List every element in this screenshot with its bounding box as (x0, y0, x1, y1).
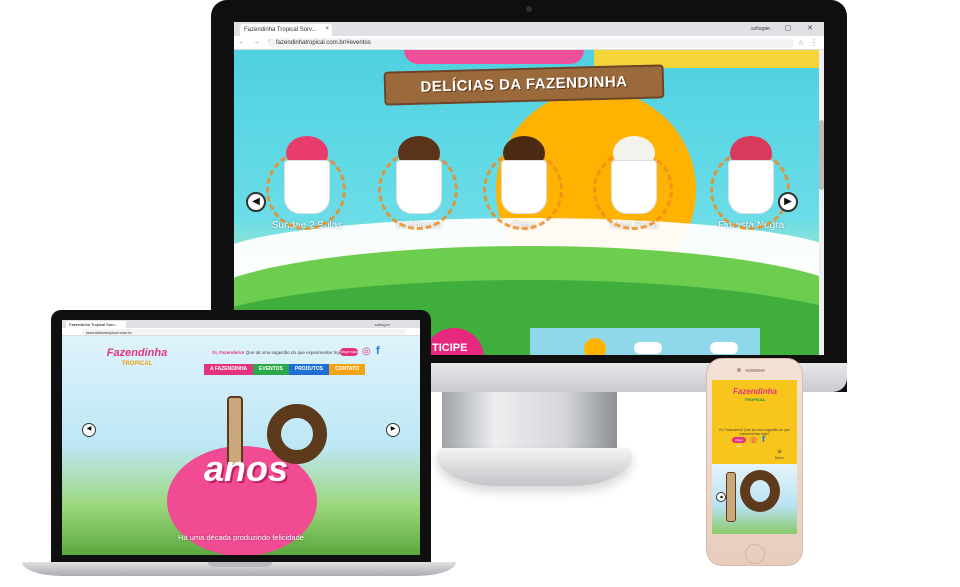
address-bar[interactable]: fazendinhatropical.com.br (82, 329, 406, 335)
browser-tab-title[interactable]: Fazendinha Tropical Sorv... (66, 321, 126, 328)
address-bar-url: fazendinhatropical.com.br/#eventos (276, 40, 371, 46)
slider-prev-button[interactable]: ◀ (82, 423, 96, 437)
product-image (593, 120, 673, 230)
browser-tab-strip: Fazendinha Tropical Sorv... × saftagon –… (234, 22, 824, 36)
scrollbar-thumb[interactable] (819, 120, 824, 190)
cup-icon (728, 160, 774, 214)
product-card[interactable]: Copo (479, 120, 569, 231)
slider-next-button[interactable]: ▶ (386, 423, 400, 437)
site-logo[interactable]: Fazendinha TROPICAL (102, 348, 172, 384)
carousel-next-button[interactable]: ▶ (778, 192, 798, 212)
logo-text: Fazendinha (732, 387, 777, 396)
logo-subtext: TROPICAL (121, 361, 153, 367)
browser-tab-strip: Fazendinha Tropical Sorv... saftagon (62, 320, 420, 328)
laptop-site: Fazendinha TROPICAL Oi, Fazendeiro! Que … (62, 336, 420, 555)
nav-item-eventos[interactable]: EVENTOS (253, 364, 289, 375)
product-card[interactable]: Sundae 2 Bolas (262, 120, 352, 231)
cup-icon (284, 160, 330, 214)
close-tab-icon[interactable]: × (325, 26, 329, 32)
webcam-icon (526, 6, 532, 12)
cup-icon (611, 160, 657, 214)
bookmark-star-icon[interactable]: ☆ (798, 39, 804, 47)
social-links: clique aqui ◎ f (732, 434, 782, 448)
main-nav: A FAZENDINHA EVENTOS PRODUTOS CONTATO (204, 364, 365, 375)
browser-tab-title: Fazendinha Tropical Sorv... (244, 27, 317, 33)
home-button[interactable] (745, 544, 765, 564)
carousel-prev-button[interactable]: ◀ (246, 192, 266, 212)
product-image (266, 120, 346, 230)
window-controls[interactable]: – ▢ ✕ (765, 24, 820, 32)
greeting-message: Que tal uma sugestão do que experimentar… (245, 350, 345, 355)
events-preview (530, 328, 760, 355)
product-card[interactable]: Vaca Preta (589, 120, 679, 231)
menu-button[interactable]: ≡ Menu (775, 449, 784, 460)
page-scrollbar[interactable] (819, 50, 824, 355)
front-camera-icon (737, 368, 741, 372)
slider-prev-button[interactable]: ◀ (716, 492, 726, 502)
hero-slider: ◀ (712, 464, 797, 534)
speaker-grille (745, 369, 765, 372)
cloud-icon (634, 342, 662, 354)
browser-profile-name[interactable]: saftagon (375, 322, 390, 327)
logo-subtext: TROPICAL (744, 397, 766, 402)
address-bar-url: fazendinhatropical.com.br (86, 330, 132, 335)
hero-heading: anos (203, 448, 289, 489)
product-card[interactable]: Recheado (374, 120, 464, 231)
hero-tagline: Há uma década produzindo felicidade (178, 533, 304, 542)
header-decoration (404, 50, 584, 64)
sun-icon (584, 338, 606, 355)
cloud-icon (710, 342, 738, 354)
products-carousel: Sundae 2 Bolas Recheado Copo Vaca Preta … (234, 120, 824, 270)
greeting-brand: Oi, Fazendeiro! (212, 350, 245, 355)
greeting-text: Oi, Fazendeiro! Que tal uma sugestão do … (212, 350, 345, 355)
suggestion-button[interactable]: clique aqui (340, 348, 358, 356)
address-bar[interactable]: fazendinhatropical.com.br/#eventos (268, 38, 794, 48)
browser-menu-icon[interactable]: ⋮ (810, 38, 818, 47)
browser-toolbar: ← → C fazendinhatropical.com.br/#eventos… (234, 36, 824, 50)
phone-screen: Fazendinha TROPICAL Oi, Fazendeiro! Que … (712, 380, 797, 534)
menu-label: Menu (775, 456, 784, 460)
cup-icon (501, 160, 547, 214)
cup-icon (396, 160, 442, 214)
donut-zero-illustration (740, 470, 780, 512)
desktop-screen: Fazendinha Tropical Sorv... × saftagon –… (234, 22, 824, 355)
product-image (378, 120, 458, 230)
product-card[interactable]: Floresta Negra (706, 120, 796, 231)
browser-tab[interactable]: Fazendinha Tropical Sorv... × (240, 24, 332, 36)
logo-text: Fazendinha (106, 347, 168, 359)
site-logo[interactable]: Fazendinha TROPICAL (722, 388, 788, 404)
suggestion-button[interactable]: clique aqui (732, 437, 746, 448)
product-image (483, 120, 563, 230)
facebook-icon[interactable]: f (762, 434, 765, 444)
monitor-stand (442, 392, 617, 450)
monitor-stand-base (437, 448, 632, 486)
facebook-icon[interactable]: f (376, 345, 380, 357)
browser-toolbar: fazendinhatropical.com.br (62, 328, 420, 336)
laptop-screen: Fazendinha Tropical Sorv... saftagon faz… (62, 320, 420, 555)
social-links: clique aqui ◎ f (340, 345, 400, 358)
nav-item-produtos[interactable]: PRODUTOS (288, 364, 330, 375)
instagram-icon[interactable]: ◎ (750, 435, 757, 444)
number-one-illustration (726, 472, 736, 522)
nav-item-contato[interactable]: CONTATO (329, 364, 365, 375)
product-image (710, 120, 790, 230)
nav-item-fazendinha[interactable]: A FAZENDINHA (204, 364, 254, 375)
laptop-notch (208, 562, 272, 567)
instagram-icon[interactable]: ◎ (362, 346, 371, 357)
